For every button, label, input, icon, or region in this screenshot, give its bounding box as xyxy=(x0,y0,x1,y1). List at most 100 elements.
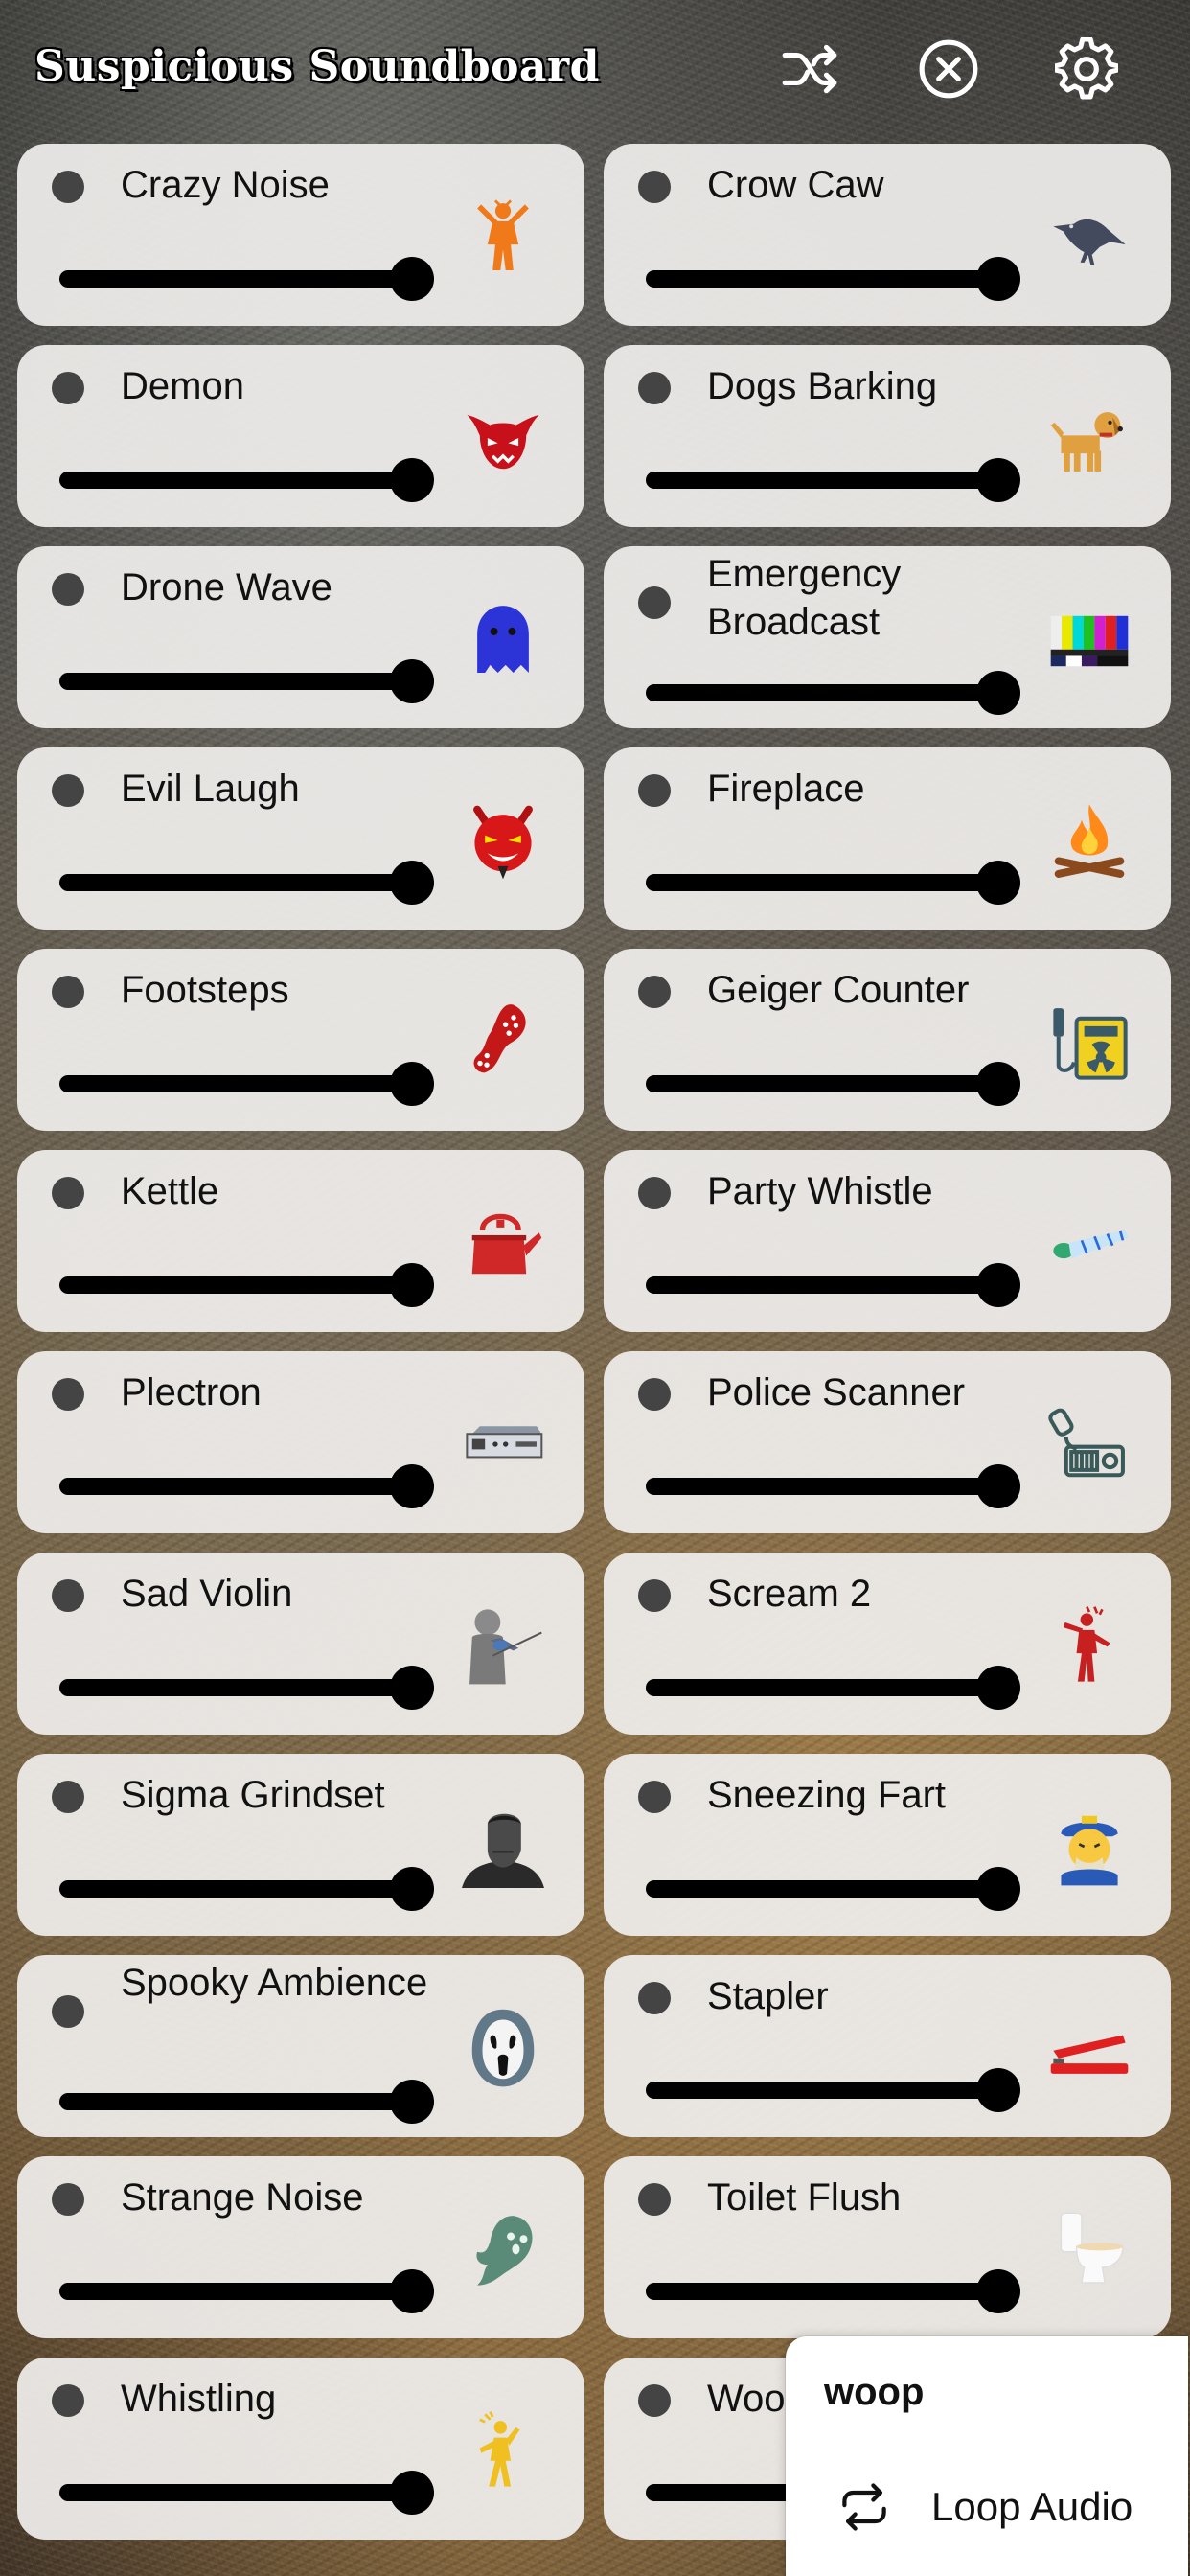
status-dot[interactable] xyxy=(52,1579,84,1612)
sound-card-plectron[interactable]: Plectron xyxy=(17,1351,584,1533)
shuffle-icon[interactable] xyxy=(776,34,845,104)
volume-slider[interactable] xyxy=(59,1478,412,1495)
volume-slider-thumb[interactable] xyxy=(390,1867,434,1911)
volume-slider[interactable] xyxy=(59,673,412,690)
sound-card-geiger-counter[interactable]: Geiger Counter xyxy=(604,949,1171,1131)
volume-slider[interactable] xyxy=(646,472,998,489)
sound-card-drone-wave[interactable]: Drone Wave xyxy=(17,546,584,728)
status-dot[interactable] xyxy=(52,1995,84,2028)
status-dot[interactable] xyxy=(52,2183,84,2216)
status-dot[interactable] xyxy=(52,2384,84,2417)
sound-card-party-whistle[interactable]: Party Whistle xyxy=(604,1150,1171,1332)
status-dot[interactable] xyxy=(638,171,671,203)
status-dot[interactable] xyxy=(638,976,671,1008)
status-dot[interactable] xyxy=(638,1378,671,1411)
sound-card-evil-laugh[interactable]: Evil Laugh xyxy=(17,748,584,930)
sound-card-stapler[interactable]: Stapler xyxy=(604,1955,1171,2137)
volume-slider[interactable] xyxy=(59,472,412,489)
volume-slider-thumb[interactable] xyxy=(390,861,434,905)
volume-slider-thumb[interactable] xyxy=(976,1464,1020,1508)
sneezing-face-icon xyxy=(1046,1804,1133,1890)
loop-audio-label: Loop Audio xyxy=(931,2484,1133,2529)
sound-card-dogs-barking[interactable]: Dogs Barking xyxy=(604,345,1171,527)
sound-card-spooky-ambience[interactable]: Spooky Ambience xyxy=(17,1955,584,2137)
volume-slider[interactable] xyxy=(59,270,412,288)
sound-card-sneezing-fart[interactable]: Sneezing Fart xyxy=(604,1754,1171,1936)
volume-slider-thumb[interactable] xyxy=(976,2269,1020,2313)
close-circle-icon[interactable] xyxy=(914,34,983,104)
volume-slider[interactable] xyxy=(59,1276,412,1294)
volume-slider-thumb[interactable] xyxy=(390,1666,434,1710)
sound-card-toilet-flush[interactable]: Toilet Flush xyxy=(604,2156,1171,2338)
volume-slider-thumb[interactable] xyxy=(976,671,1020,715)
status-dot[interactable] xyxy=(52,1781,84,1813)
volume-slider-thumb[interactable] xyxy=(390,1263,434,1307)
volume-slider-thumb[interactable] xyxy=(390,1062,434,1106)
status-dot[interactable] xyxy=(638,774,671,807)
volume-slider-thumb[interactable] xyxy=(976,2068,1020,2112)
volume-slider[interactable] xyxy=(59,1880,412,1898)
volume-slider[interactable] xyxy=(646,2082,998,2099)
volume-slider[interactable] xyxy=(646,1276,998,1294)
volume-slider[interactable] xyxy=(646,1478,998,1495)
sound-card-demon[interactable]: Demon xyxy=(17,345,584,527)
volume-slider[interactable] xyxy=(59,2484,412,2501)
volume-slider-thumb[interactable] xyxy=(390,2080,434,2124)
status-dot[interactable] xyxy=(638,2384,671,2417)
volume-slider[interactable] xyxy=(646,1880,998,1898)
volume-slider-thumb[interactable] xyxy=(390,1464,434,1508)
status-dot[interactable] xyxy=(638,2183,671,2216)
volume-slider-thumb[interactable] xyxy=(976,458,1020,502)
sound-card-scream-2[interactable]: Scream 2 xyxy=(604,1552,1171,1735)
gear-icon[interactable] xyxy=(1052,34,1121,104)
volume-slider[interactable] xyxy=(646,874,998,891)
status-dot[interactable] xyxy=(52,171,84,203)
status-dot[interactable] xyxy=(638,1982,671,2014)
volume-slider[interactable] xyxy=(646,2283,998,2300)
volume-slider-thumb[interactable] xyxy=(390,458,434,502)
volume-slider-thumb[interactable] xyxy=(390,2269,434,2313)
volume-slider-thumb[interactable] xyxy=(976,1867,1020,1911)
sound-card-emergency-broadcast[interactable]: Emergency Broadcast xyxy=(604,546,1171,728)
volume-slider[interactable] xyxy=(59,2283,412,2300)
status-dot[interactable] xyxy=(52,1177,84,1209)
sound-card-strange-noise[interactable]: Strange Noise xyxy=(17,2156,584,2338)
sound-card-whistling[interactable]: Whistling xyxy=(17,2358,584,2540)
loop-audio-button[interactable]: Loop Audio xyxy=(835,2478,1133,2536)
volume-slider[interactable] xyxy=(646,684,998,702)
status-dot[interactable] xyxy=(52,573,84,606)
volume-slider-thumb[interactable] xyxy=(390,257,434,301)
volume-slider-thumb[interactable] xyxy=(976,257,1020,301)
sound-card-crazy-noise[interactable]: Crazy Noise xyxy=(17,144,584,326)
volume-slider[interactable] xyxy=(646,270,998,288)
volume-slider-thumb[interactable] xyxy=(976,1263,1020,1307)
status-dot[interactable] xyxy=(638,372,671,404)
sound-card-fireplace[interactable]: Fireplace xyxy=(604,748,1171,930)
volume-slider[interactable] xyxy=(59,1679,412,1696)
status-dot[interactable] xyxy=(52,976,84,1008)
volume-slider-thumb[interactable] xyxy=(976,1666,1020,1710)
sound-card-sad-violin[interactable]: Sad Violin xyxy=(17,1552,584,1735)
volume-slider-thumb[interactable] xyxy=(976,1062,1020,1106)
sound-card-crow-caw[interactable]: Crow Caw xyxy=(604,144,1171,326)
status-dot[interactable] xyxy=(52,1378,84,1411)
volume-slider[interactable] xyxy=(646,1075,998,1092)
status-dot[interactable] xyxy=(52,372,84,404)
volume-slider-thumb[interactable] xyxy=(976,861,1020,905)
status-dot[interactable] xyxy=(52,774,84,807)
sound-card-sigma-grindset[interactable]: Sigma Grindset xyxy=(17,1754,584,1936)
volume-slider[interactable] xyxy=(59,1075,412,1092)
volume-slider-thumb[interactable] xyxy=(390,659,434,703)
sound-card-footsteps[interactable]: Footsteps xyxy=(17,949,584,1131)
status-dot[interactable] xyxy=(638,586,671,619)
volume-slider-thumb[interactable] xyxy=(390,2471,434,2515)
sound-label: Spooky Ambience xyxy=(121,1962,428,2004)
volume-slider[interactable] xyxy=(59,2093,412,2110)
status-dot[interactable] xyxy=(638,1579,671,1612)
sound-card-kettle[interactable]: Kettle xyxy=(17,1150,584,1332)
status-dot[interactable] xyxy=(638,1781,671,1813)
status-dot[interactable] xyxy=(638,1177,671,1209)
volume-slider[interactable] xyxy=(646,1679,998,1696)
sound-card-police-scanner[interactable]: Police Scanner xyxy=(604,1351,1171,1533)
volume-slider[interactable] xyxy=(59,874,412,891)
